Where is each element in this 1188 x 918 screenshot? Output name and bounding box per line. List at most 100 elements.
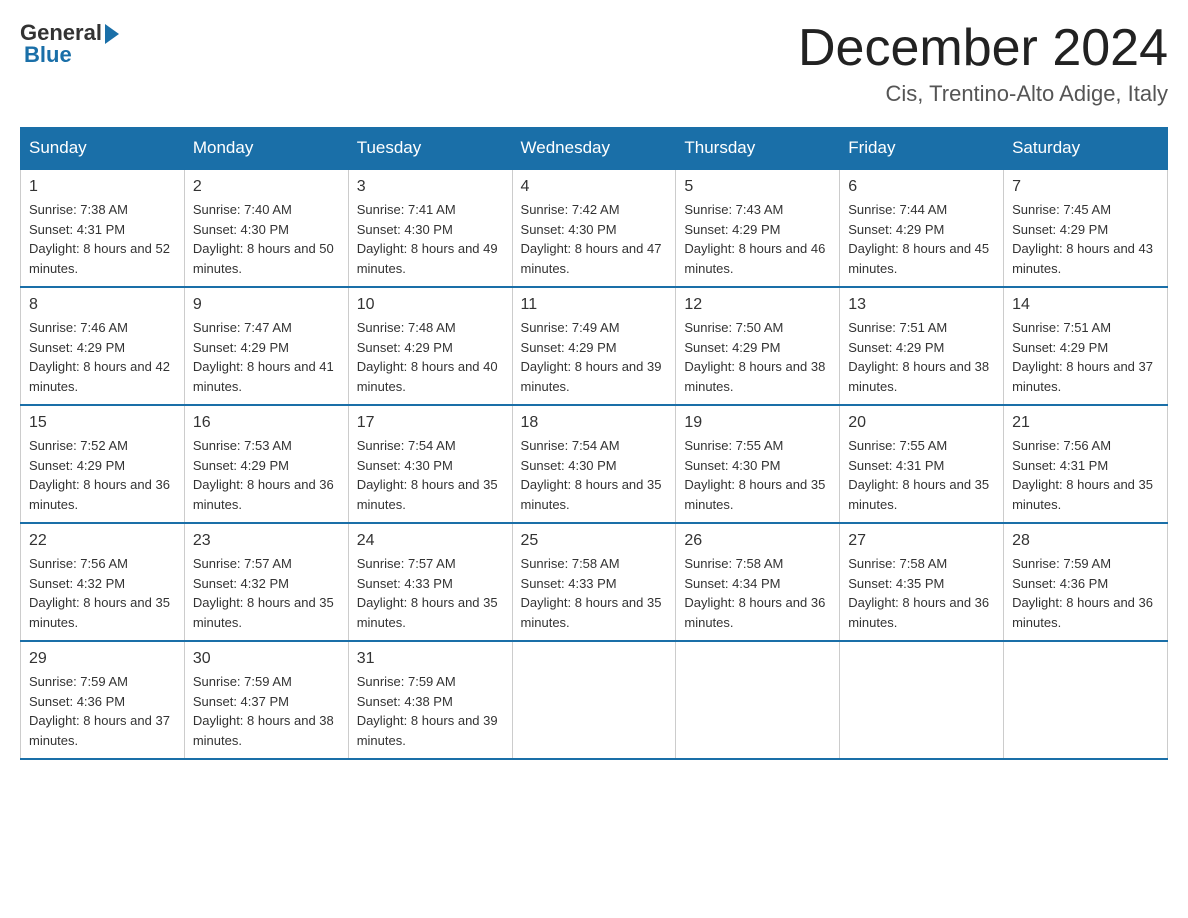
sunrise-label: Sunrise: 7:50 AM — [684, 320, 783, 335]
calendar-cell: 19 Sunrise: 7:55 AM Sunset: 4:30 PM Dayl… — [676, 405, 840, 523]
calendar-cell: 3 Sunrise: 7:41 AM Sunset: 4:30 PM Dayli… — [348, 169, 512, 287]
calendar-cell: 15 Sunrise: 7:52 AM Sunset: 4:29 PM Dayl… — [21, 405, 185, 523]
day-info: Sunrise: 7:59 AM Sunset: 4:37 PM Dayligh… — [193, 672, 340, 750]
sunset-label: Sunset: 4:32 PM — [193, 576, 289, 591]
day-number: 17 — [357, 414, 504, 432]
sunrise-label: Sunrise: 7:40 AM — [193, 202, 292, 217]
daylight-label: Daylight: 8 hours and 46 minutes. — [684, 241, 825, 276]
sunrise-label: Sunrise: 7:51 AM — [848, 320, 947, 335]
logo: General Blue — [20, 20, 119, 68]
calendar-cell: 10 Sunrise: 7:48 AM Sunset: 4:29 PM Dayl… — [348, 287, 512, 405]
sunset-label: Sunset: 4:36 PM — [1012, 576, 1108, 591]
sunrise-label: Sunrise: 7:45 AM — [1012, 202, 1111, 217]
day-number: 20 — [848, 414, 995, 432]
sunset-label: Sunset: 4:30 PM — [684, 458, 780, 473]
calendar-cell: 9 Sunrise: 7:47 AM Sunset: 4:29 PM Dayli… — [184, 287, 348, 405]
day-info: Sunrise: 7:59 AM Sunset: 4:36 PM Dayligh… — [1012, 554, 1159, 632]
day-number: 1 — [29, 178, 176, 196]
day-info: Sunrise: 7:58 AM Sunset: 4:34 PM Dayligh… — [684, 554, 831, 632]
sunset-label: Sunset: 4:30 PM — [193, 222, 289, 237]
daylight-label: Daylight: 8 hours and 50 minutes. — [193, 241, 334, 276]
day-number: 7 — [1012, 178, 1159, 196]
sunset-label: Sunset: 4:29 PM — [357, 340, 453, 355]
calendar-cell: 24 Sunrise: 7:57 AM Sunset: 4:33 PM Dayl… — [348, 523, 512, 641]
day-info: Sunrise: 7:59 AM Sunset: 4:38 PM Dayligh… — [357, 672, 504, 750]
calendar-week-row: 15 Sunrise: 7:52 AM Sunset: 4:29 PM Dayl… — [21, 405, 1168, 523]
weekday-header-tuesday: Tuesday — [348, 128, 512, 170]
sunrise-label: Sunrise: 7:54 AM — [357, 438, 456, 453]
sunset-label: Sunset: 4:31 PM — [848, 458, 944, 473]
day-number: 4 — [521, 178, 668, 196]
sunset-label: Sunset: 4:29 PM — [1012, 222, 1108, 237]
sunset-label: Sunset: 4:37 PM — [193, 694, 289, 709]
day-number: 18 — [521, 414, 668, 432]
daylight-label: Daylight: 8 hours and 42 minutes. — [29, 359, 170, 394]
daylight-label: Daylight: 8 hours and 36 minutes. — [1012, 595, 1153, 630]
calendar-cell: 22 Sunrise: 7:56 AM Sunset: 4:32 PM Dayl… — [21, 523, 185, 641]
day-number: 27 — [848, 532, 995, 550]
sunrise-label: Sunrise: 7:44 AM — [848, 202, 947, 217]
sunrise-label: Sunrise: 7:55 AM — [848, 438, 947, 453]
day-number: 14 — [1012, 296, 1159, 314]
sunrise-label: Sunrise: 7:58 AM — [521, 556, 620, 571]
sunset-label: Sunset: 4:34 PM — [684, 576, 780, 591]
day-number: 19 — [684, 414, 831, 432]
calendar-week-row: 29 Sunrise: 7:59 AM Sunset: 4:36 PM Dayl… — [21, 641, 1168, 759]
day-number: 22 — [29, 532, 176, 550]
day-info: Sunrise: 7:44 AM Sunset: 4:29 PM Dayligh… — [848, 200, 995, 278]
daylight-label: Daylight: 8 hours and 40 minutes. — [357, 359, 498, 394]
day-number: 9 — [193, 296, 340, 314]
day-number: 31 — [357, 650, 504, 668]
day-number: 30 — [193, 650, 340, 668]
calendar-cell: 26 Sunrise: 7:58 AM Sunset: 4:34 PM Dayl… — [676, 523, 840, 641]
page-header: General Blue December 2024 Cis, Trentino… — [20, 20, 1168, 107]
daylight-label: Daylight: 8 hours and 35 minutes. — [357, 595, 498, 630]
daylight-label: Daylight: 8 hours and 47 minutes. — [521, 241, 662, 276]
calendar-cell — [840, 641, 1004, 759]
day-number: 10 — [357, 296, 504, 314]
sunrise-label: Sunrise: 7:56 AM — [1012, 438, 1111, 453]
day-info: Sunrise: 7:53 AM Sunset: 4:29 PM Dayligh… — [193, 436, 340, 514]
daylight-label: Daylight: 8 hours and 36 minutes. — [684, 595, 825, 630]
sunrise-label: Sunrise: 7:57 AM — [357, 556, 456, 571]
calendar-cell: 17 Sunrise: 7:54 AM Sunset: 4:30 PM Dayl… — [348, 405, 512, 523]
calendar-cell: 8 Sunrise: 7:46 AM Sunset: 4:29 PM Dayli… — [21, 287, 185, 405]
day-number: 13 — [848, 296, 995, 314]
daylight-label: Daylight: 8 hours and 38 minutes. — [193, 713, 334, 748]
calendar-cell: 2 Sunrise: 7:40 AM Sunset: 4:30 PM Dayli… — [184, 169, 348, 287]
calendar-cell: 25 Sunrise: 7:58 AM Sunset: 4:33 PM Dayl… — [512, 523, 676, 641]
daylight-label: Daylight: 8 hours and 36 minutes. — [193, 477, 334, 512]
day-number: 2 — [193, 178, 340, 196]
sunset-label: Sunset: 4:31 PM — [29, 222, 125, 237]
calendar-header-row: SundayMondayTuesdayWednesdayThursdayFrid… — [21, 128, 1168, 170]
calendar-cell: 29 Sunrise: 7:59 AM Sunset: 4:36 PM Dayl… — [21, 641, 185, 759]
day-number: 29 — [29, 650, 176, 668]
sunrise-label: Sunrise: 7:41 AM — [357, 202, 456, 217]
daylight-label: Daylight: 8 hours and 37 minutes. — [29, 713, 170, 748]
sunrise-label: Sunrise: 7:47 AM — [193, 320, 292, 335]
location-title: Cis, Trentino-Alto Adige, Italy — [798, 81, 1168, 107]
sunrise-label: Sunrise: 7:56 AM — [29, 556, 128, 571]
day-info: Sunrise: 7:38 AM Sunset: 4:31 PM Dayligh… — [29, 200, 176, 278]
daylight-label: Daylight: 8 hours and 45 minutes. — [848, 241, 989, 276]
calendar-cell: 18 Sunrise: 7:54 AM Sunset: 4:30 PM Dayl… — [512, 405, 676, 523]
day-info: Sunrise: 7:51 AM Sunset: 4:29 PM Dayligh… — [848, 318, 995, 396]
sunset-label: Sunset: 4:38 PM — [357, 694, 453, 709]
calendar-cell: 30 Sunrise: 7:59 AM Sunset: 4:37 PM Dayl… — [184, 641, 348, 759]
calendar-cell: 4 Sunrise: 7:42 AM Sunset: 4:30 PM Dayli… — [512, 169, 676, 287]
sunrise-label: Sunrise: 7:59 AM — [29, 674, 128, 689]
sunset-label: Sunset: 4:30 PM — [357, 458, 453, 473]
day-number: 21 — [1012, 414, 1159, 432]
day-info: Sunrise: 7:52 AM Sunset: 4:29 PM Dayligh… — [29, 436, 176, 514]
day-info: Sunrise: 7:47 AM Sunset: 4:29 PM Dayligh… — [193, 318, 340, 396]
sunset-label: Sunset: 4:29 PM — [848, 340, 944, 355]
day-info: Sunrise: 7:58 AM Sunset: 4:33 PM Dayligh… — [521, 554, 668, 632]
day-info: Sunrise: 7:48 AM Sunset: 4:29 PM Dayligh… — [357, 318, 504, 396]
calendar-cell — [1004, 641, 1168, 759]
daylight-label: Daylight: 8 hours and 38 minutes. — [848, 359, 989, 394]
calendar-cell: 14 Sunrise: 7:51 AM Sunset: 4:29 PM Dayl… — [1004, 287, 1168, 405]
sunrise-label: Sunrise: 7:54 AM — [521, 438, 620, 453]
day-info: Sunrise: 7:41 AM Sunset: 4:30 PM Dayligh… — [357, 200, 504, 278]
day-number: 23 — [193, 532, 340, 550]
calendar-week-row: 8 Sunrise: 7:46 AM Sunset: 4:29 PM Dayli… — [21, 287, 1168, 405]
